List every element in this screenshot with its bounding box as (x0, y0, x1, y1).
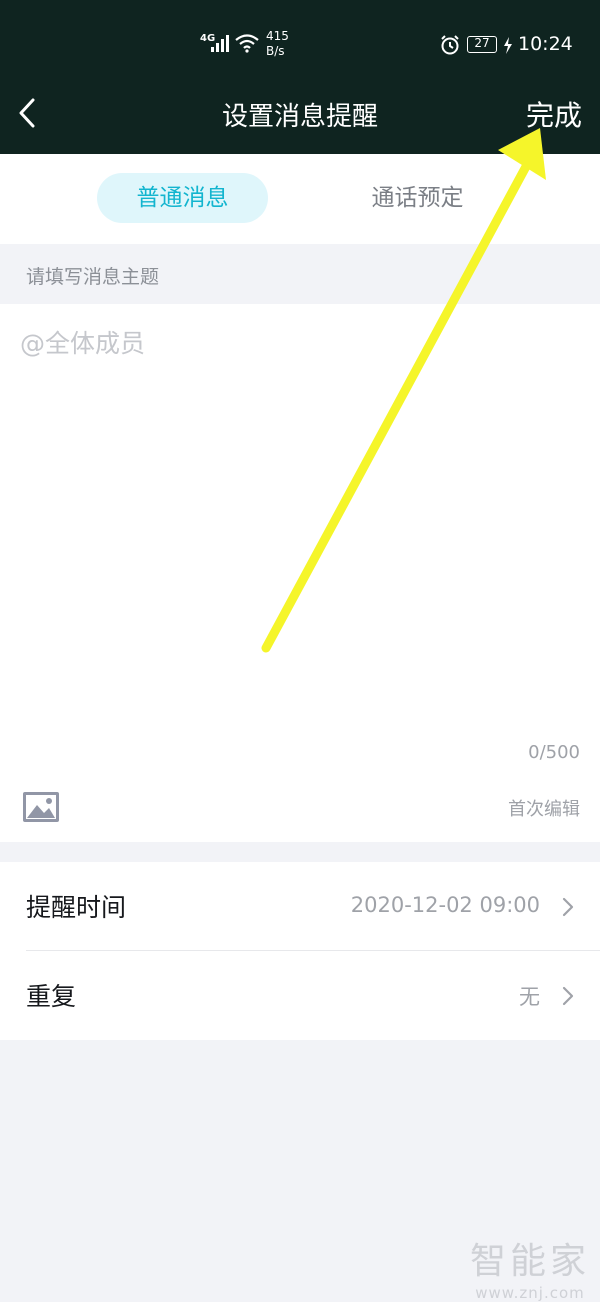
watermark-url: www.znj.com (475, 1284, 585, 1302)
char-counter: 0/500 (528, 742, 580, 763)
message-placeholder: @全体成员 (20, 329, 146, 358)
alarm-icon (441, 35, 459, 55)
watermark: 智能家 www.znj.com (470, 1232, 590, 1302)
message-editor[interactable] (0, 304, 600, 842)
repeat-value: 无 (519, 985, 540, 1009)
watermark-logo: 智能家 (469, 1241, 590, 1282)
done-button[interactable]: 完成 (526, 94, 582, 134)
network-speed-unit: B/s (266, 44, 285, 58)
tab-bar (0, 154, 600, 244)
status-time: 10:24 (518, 33, 573, 55)
page-title: 设置消息提醒 (221, 102, 378, 132)
reminder-time-label: 提醒时间 (26, 893, 127, 922)
image-icon[interactable] (23, 792, 59, 822)
network-speed-value: 415 (266, 29, 289, 43)
reminder-time-value: 2020-12-02 09:00 (350, 893, 540, 917)
repeat-label: 重复 (26, 982, 77, 1011)
repeat-row[interactable] (0, 951, 600, 1039)
subject-placeholder: 请填写消息主题 (26, 266, 160, 288)
chevron-right-icon (562, 897, 574, 917)
charging-icon (504, 37, 512, 54)
edit-hint: 首次编辑 (508, 799, 580, 820)
battery-icon: 27 (467, 36, 497, 53)
tab-normal-message[interactable]: 普通消息 (97, 173, 268, 223)
chevron-right-icon (562, 986, 574, 1006)
wifi-icon (235, 34, 259, 53)
signal-icon (211, 35, 229, 52)
tab-call-reservation[interactable]: 通话预定 (345, 173, 490, 223)
battery-level: 27 (474, 36, 490, 50)
